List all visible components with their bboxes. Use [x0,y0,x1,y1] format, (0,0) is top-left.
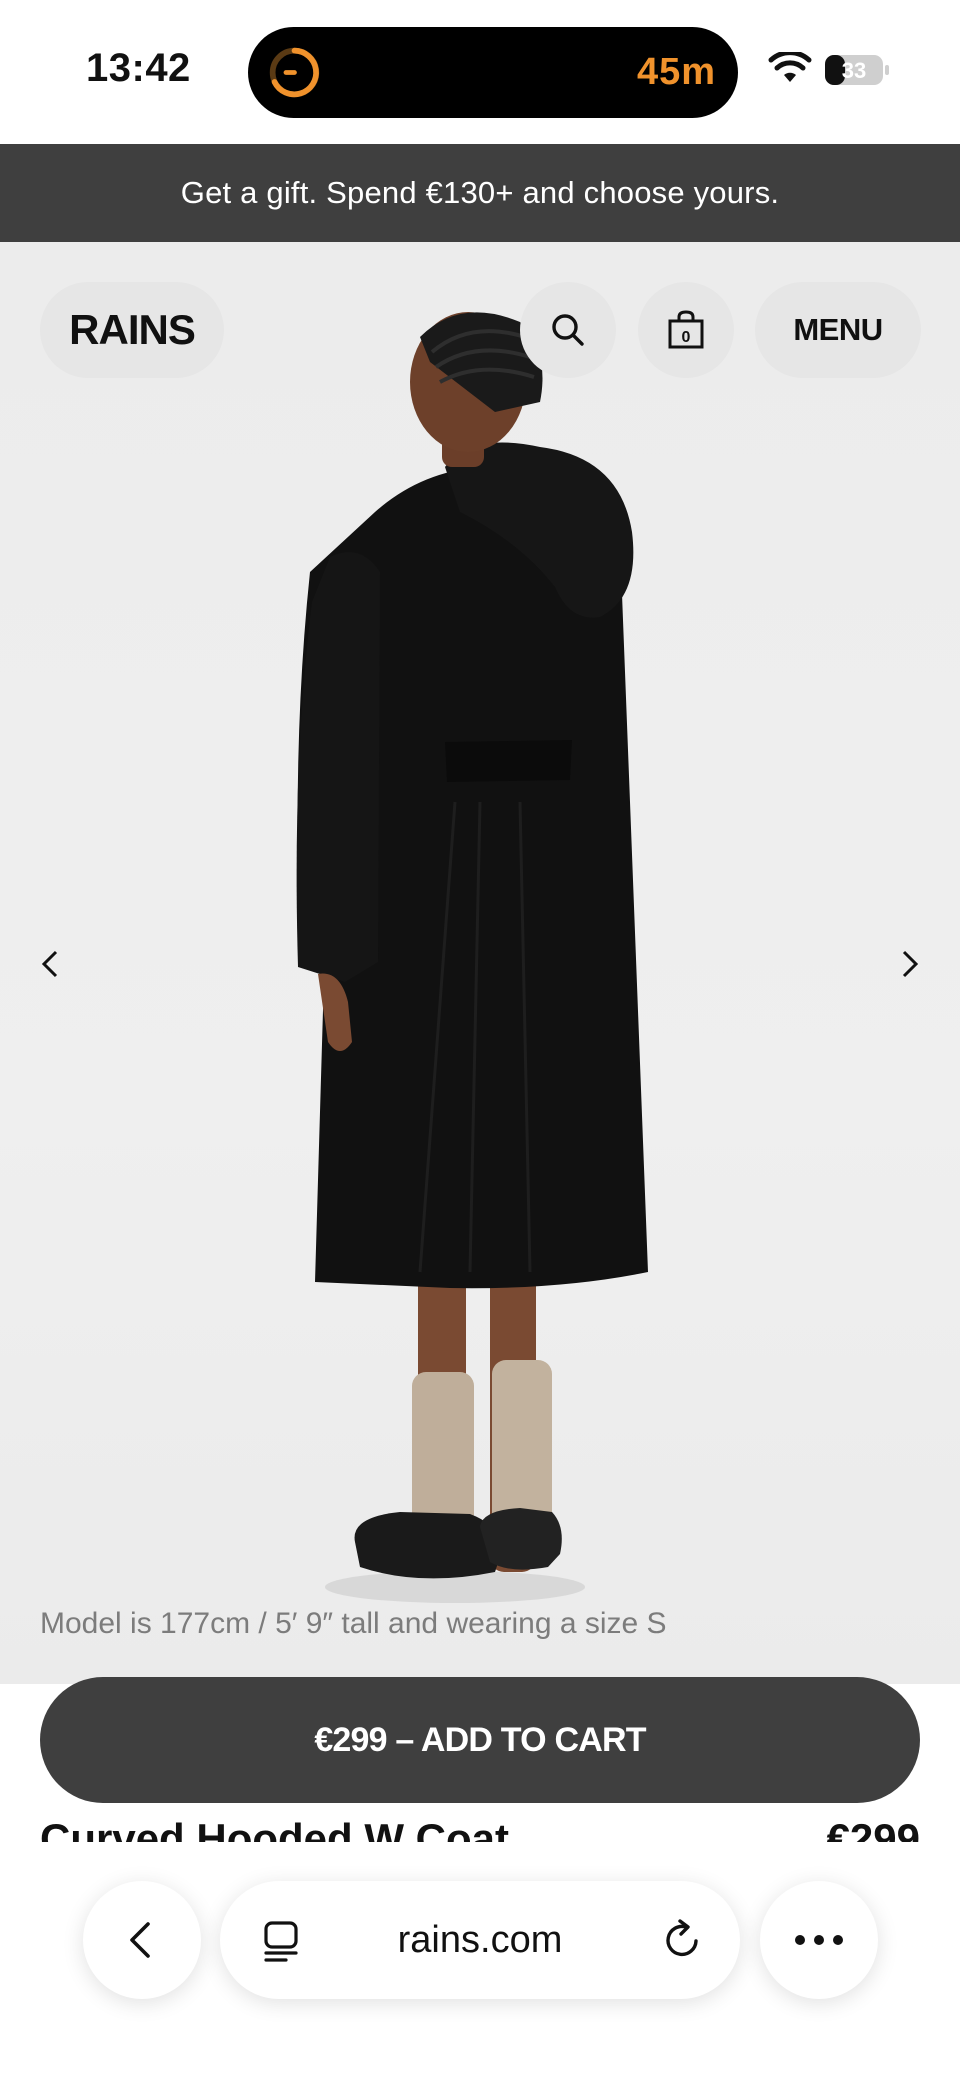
add-to-cart-button[interactable]: €299 – ADD TO CART [40,1677,920,1803]
ellipsis-icon [795,1935,843,1945]
model-size-caption: Model is 177cm / 5′ 9″ tall and wearing … [40,1607,667,1640]
menu-label: MENU [793,312,883,347]
wifi-icon [768,52,812,82]
bag-icon: 0 [668,310,704,349]
timer-minutes: 45m [636,51,716,93]
product-gallery[interactable]: RAINS 0 MENU Model is 177cm / 5′ 9″ tall… [0,242,960,1684]
product-image [296,312,648,1603]
logo-text: RAINS [69,306,196,353]
logo[interactable]: RAINS [40,282,224,378]
battery-level: 33 [842,58,866,83]
chevron-left-icon[interactable] [30,944,70,984]
cart-button[interactable]: 0 [638,282,734,378]
add-to-cart-label: €299 – ADD TO CART [314,1720,646,1759]
promo-text: Get a gift. Spend €130+ and choose yours… [180,175,780,210]
browser-toolbar: rains.com [0,1842,960,2081]
dynamic-island[interactable]: 45m [248,27,738,118]
promo-banner[interactable]: Get a gift. Spend €130+ and choose yours… [0,144,960,242]
cart-count: 0 [682,329,691,346]
menu-button[interactable]: MENU [755,282,921,378]
battery-icon: 33 [825,55,889,85]
product-title: Curved Hooded W Coat [40,1818,509,1842]
product-price: €299 [826,1818,920,1842]
product-title-row: Curved Hooded W Coat €299 [0,1818,960,1842]
address-bar[interactable]: rains.com [220,1881,740,1999]
timer-icon [269,47,320,98]
more-options-button[interactable] [760,1881,878,1999]
chevron-left-icon [130,1922,150,1958]
status-bar: 13:42 45m 33 [0,0,960,144]
search-icon [552,314,584,346]
search-button[interactable] [520,282,616,378]
browser-back-button[interactable] [83,1881,201,1999]
reload-icon[interactable] [660,1917,706,1963]
chevron-right-icon[interactable] [890,944,930,984]
status-time: 13:42 [86,46,191,90]
